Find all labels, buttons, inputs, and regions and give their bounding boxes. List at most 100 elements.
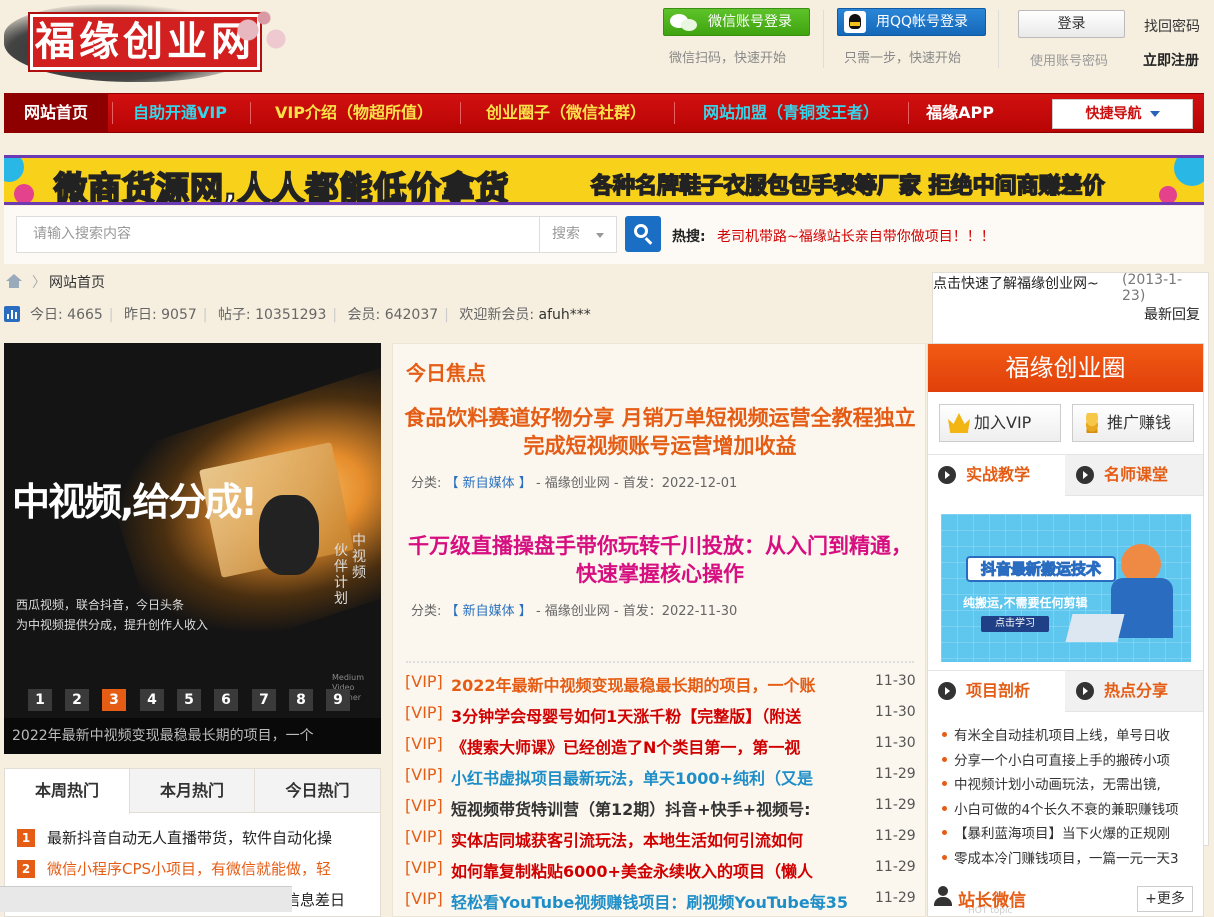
find-password-link[interactable]: 找回密码 — [1144, 16, 1200, 36]
login-button[interactable]: 登录 — [1018, 10, 1125, 38]
list-item[interactable]: [VIP] 轻松看YouTube视频赚钱项目：刷视频YouTube每35 11-29 — [405, 889, 916, 917]
slider-page-7[interactable]: 7 — [252, 689, 276, 711]
tab-hot-share[interactable]: 热点分享 — [1066, 671, 1203, 711]
news-list: [VIP] 2022年最新中视频变现最稳最长期的项目，一个账 11-30 [VIP]… — [405, 672, 916, 917]
list-item[interactable]: 小白可做的4个长久不衰的兼职赚钱项 — [940, 798, 1200, 823]
search-input[interactable]: 请输入搜索内容 — [16, 216, 541, 253]
nav-home[interactable]: 网站首页 — [4, 94, 108, 132]
promo-image[interactable]: 抖音最新搬运技术 纯搬运,不需要任何剪辑 点击学习 — [941, 514, 1191, 662]
list-item[interactable]: 零成本冷门赚钱项目，一篇一元一天3 — [940, 847, 1200, 872]
list-item[interactable]: 中视频计划小动画玩法，无需出镜, — [940, 773, 1200, 798]
wechat-login-button[interactable]: 微信账号登录 — [663, 8, 810, 36]
new-member-link[interactable]: afuh*** — [539, 307, 591, 323]
chevron-down-icon — [596, 233, 604, 238]
slide-subtext-line: 为中视频提供分成，提升创作人收入 — [16, 618, 209, 632]
nav-circle[interactable]: 创业圈子（微信社群） — [464, 94, 668, 132]
nav-divider — [674, 102, 675, 124]
nav-franchise[interactable]: 网站加盟（青铜变王者） — [678, 94, 904, 132]
slider-page-9[interactable]: 9 — [326, 689, 350, 711]
join-vip-button[interactable]: 加入VIP — [939, 404, 1061, 442]
register-link[interactable]: 立即注册 — [1143, 50, 1199, 70]
main-nav: 网站首页 自助开通VIP VIP介绍（物超所值） 创业圈子（微信社群） 网站加盟… — [4, 93, 1204, 133]
news-date: 11-30 — [875, 735, 916, 751]
quick-nav-dropdown[interactable]: 快捷导航 — [1052, 99, 1193, 129]
slider-page-6[interactable]: 6 — [214, 689, 238, 711]
sidebar-title: 福缘创业圈 — [928, 344, 1203, 392]
horizontal-scrollbar[interactable] — [0, 886, 292, 912]
slider-page-1[interactable]: 1 — [28, 689, 52, 711]
hot-search-link[interactable]: 老司机带路~福缘站长亲自带你做项目！！！ — [717, 226, 995, 246]
promote-button[interactable]: 推广赚钱 — [1072, 404, 1194, 442]
vip-tag: [VIP] — [405, 703, 443, 722]
use-password-link[interactable]: 使用账号密码 — [1030, 50, 1108, 69]
article-source: - 福缘创业网 - 首发：2022-11-30 — [535, 604, 738, 619]
nav-divider — [250, 102, 251, 124]
list-item[interactable]: [VIP] 3分钟学会母婴号如何1天涨千粉【完整版】（附送 11-30 — [405, 703, 916, 734]
qq-login-button[interactable]: 用QQ帐号登录 — [837, 8, 986, 36]
tab-weekly-hot[interactable]: 本周热门 — [5, 769, 130, 814]
list-item[interactable]: 2 微信小程序CPS小项目，有微信就能做，轻 — [17, 858, 377, 889]
chevron-down-icon — [1149, 111, 1160, 117]
search-icon — [634, 224, 648, 238]
ad-banner[interactable]: 微商货源网,人人都能低价拿货 各种名牌鞋子衣服包包手表等厂家 拒绝中间商赚差价 — [4, 155, 1204, 205]
list-item[interactable]: [VIP] 实体店同城获客引流玩法，本地生活如何引流如何 11-29 — [405, 827, 916, 858]
image-slider[interactable]: 中视频,给分成! 西瓜视频，联合抖音，今日头条 为中视频提供分成，提升创作人收入… — [4, 343, 381, 754]
slider-page-3[interactable]: 3 — [102, 689, 126, 711]
latest-reply-link[interactable]: 最新回复 — [1144, 304, 1200, 324]
site-logo[interactable]: 福缘创业网 — [4, 0, 304, 88]
tab-monthly-hot[interactable]: 本月热门 — [130, 769, 255, 813]
list-item[interactable]: 【暴利蓝海项目】当下火爆的正规刚 — [940, 822, 1200, 847]
nav-vip-signup[interactable]: 自助开通VIP — [116, 94, 244, 132]
tab-label: 实战教学 — [966, 465, 1031, 484]
list-item[interactable]: 1 最新抖音自动无人直播带货，软件自动化操 — [17, 827, 377, 858]
slider-page-5[interactable]: 5 — [177, 689, 201, 711]
focus-article-title[interactable]: 千万级直播操盘手带你玩转千川投放：从入门到精通，快速掌握核心操作 — [403, 532, 917, 588]
tab-practical-teaching[interactable]: 实战教学 — [928, 455, 1065, 496]
hot-item-title: 最新抖音自动无人直播带货，软件自动化操 — [47, 829, 333, 847]
list-item[interactable]: 分享一个小白可直接上手的搬砖小项 — [940, 749, 1200, 774]
news-title: 轻松看YouTube视频赚钱项目：刷视频YouTube每35 — [451, 893, 848, 912]
rank-badge: 2 — [17, 860, 35, 878]
slider-page-2[interactable]: 2 — [65, 689, 89, 711]
news-date: 11-29 — [875, 766, 916, 782]
stat-today: 今日: 4665 — [30, 307, 103, 323]
crown-icon — [948, 413, 970, 433]
nav-app[interactable]: 福缘APP — [912, 94, 1008, 132]
qq-icon — [844, 11, 866, 33]
breadcrumb-home[interactable]: 网站首页 — [49, 272, 105, 292]
sidebar-tabs: 项目剖析 热点分享 — [928, 670, 1203, 712]
slider-page-4[interactable]: 4 — [140, 689, 164, 711]
news-date: 11-30 — [875, 704, 916, 720]
play-icon — [1076, 682, 1094, 700]
slider-page-8[interactable]: 8 — [289, 689, 313, 711]
nav-vip-intro[interactable]: VIP介绍（物超所值） — [254, 94, 454, 132]
more-button[interactable]: +更多 — [1137, 886, 1193, 912]
decor-dot — [1159, 186, 1177, 202]
home-icon[interactable] — [6, 274, 22, 288]
sidebar-circle: 福缘创业圈 加入VIP 推广赚钱 实战教学 名师课堂 抖音最新搬运技术 纯搬运,… — [927, 343, 1204, 917]
focus-article-title[interactable]: 食品饮料赛道好物分享 月销万单短视频运营全教程独立完成短视频账号运营增加收益 — [403, 404, 917, 460]
hot-tabs: 本周热门 本月热门 今日热门 — [5, 769, 380, 814]
bar-chart-icon — [4, 306, 20, 322]
slide-caption[interactable]: 2022年最新中视频变现最稳最长期的项目，一个 — [4, 718, 381, 754]
tab-project-analysis[interactable]: 项目剖析 — [928, 671, 1065, 712]
news-date: 11-29 — [875, 859, 916, 875]
list-item[interactable]: [VIP] 小红书虚拟项目最新玩法，单天1000+纯利（又是 11-29 — [405, 765, 916, 796]
list-item[interactable]: 有米全自动挂机项目上线，单号日收 — [940, 724, 1200, 749]
category-link[interactable]: 【 新自媒体 】 — [446, 604, 532, 619]
list-item[interactable]: [VIP] 《搜索大师课》已经创造了N个类目第一，第一视 11-30 — [405, 734, 916, 765]
stat-posts: 帖子: 10351293 — [217, 307, 327, 323]
tab-daily-hot[interactable]: 今日热门 — [255, 769, 380, 813]
tab-famous-teacher[interactable]: 名师课堂 — [1066, 455, 1203, 495]
search-type-select[interactable]: 搜索 — [539, 216, 617, 253]
hot-item-title: 微信小程序CPS小项目，有微信就能做，轻 — [47, 860, 332, 878]
list-item[interactable]: [VIP] 2022年最新中视频变现最稳最长期的项目，一个账 11-30 — [405, 672, 916, 703]
qq-login-hint: 只需一步，快速开始 — [844, 51, 962, 66]
slide-vertical-text: 伙伴计划 — [334, 543, 348, 607]
wechat-login-hint: 微信扫码，快速开始 — [669, 51, 787, 66]
search-button[interactable] — [625, 216, 661, 252]
list-item[interactable]: [VIP] 如何靠复制粘贴6000+美金永续收入的项目（懒人 11-29 — [405, 858, 916, 889]
category-link[interactable]: 【 新自媒体 】 — [446, 476, 532, 491]
header: 福缘创业网 微信账号登录 微信扫码，快速开始 用QQ帐号登录 只需一步，快速开始… — [0, 0, 1214, 92]
list-item[interactable]: [VIP] 短视频带货特训营（第12期）抖音+快手+视频号: 11-29 — [405, 796, 916, 827]
